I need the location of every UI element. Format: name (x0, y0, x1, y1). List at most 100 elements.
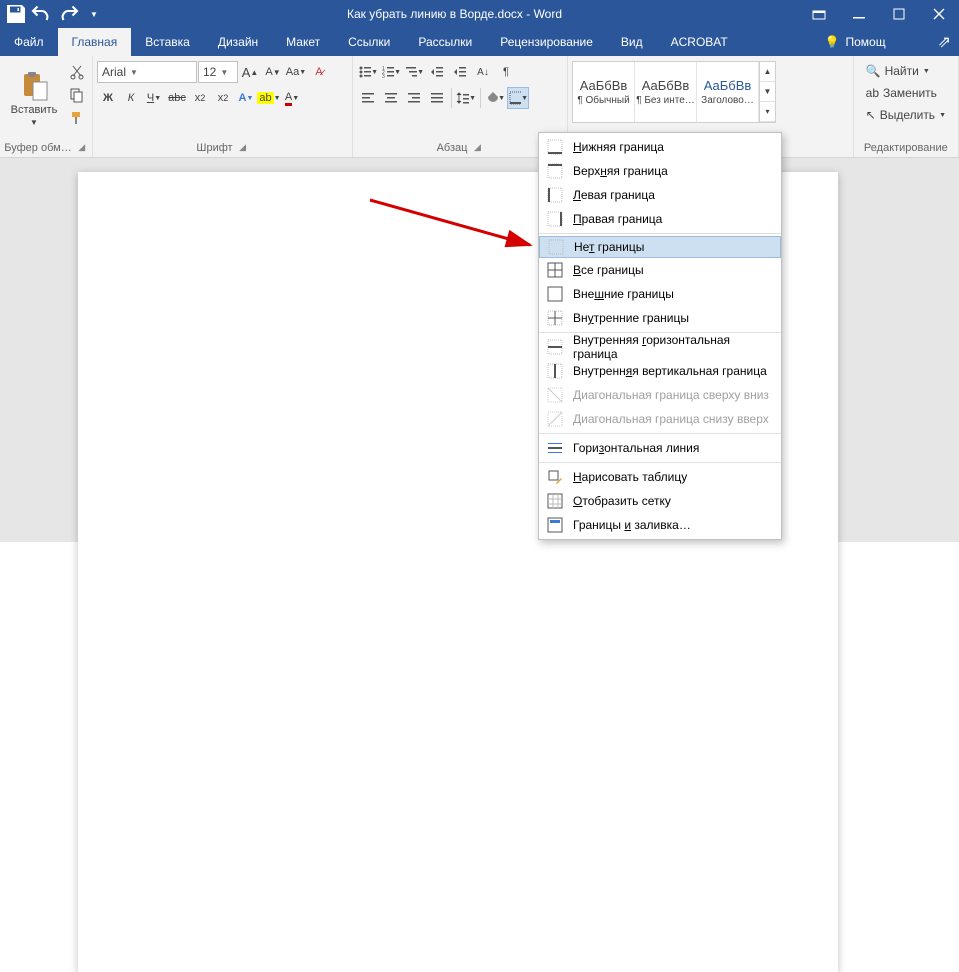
style-normal[interactable]: АаБбВв¶ Обычный (573, 62, 635, 122)
maximize-button[interactable] (879, 0, 919, 28)
tell-me-label[interactable]: Помощ (845, 35, 885, 49)
highlight-button[interactable]: ab▼ (258, 87, 280, 109)
border-inner-item[interactable]: Внутренние границы (539, 306, 781, 330)
numbering-button[interactable]: 123▼ (380, 61, 402, 83)
view-gridlines-item[interactable]: Отобразить сетку (539, 489, 781, 513)
styles-gallery[interactable]: АаБбВв¶ Обычный АаБбВв¶ Без инте… АаБбВв… (572, 61, 776, 123)
gallery-scroll-down[interactable]: ▼ (760, 82, 775, 102)
justify-button[interactable] (426, 87, 448, 109)
tab-mailings[interactable]: Рассылки (404, 28, 486, 56)
border-inner-h-item[interactable]: Внутренняя горизонтальная граница (539, 335, 781, 359)
superscript-button[interactable]: x2 (212, 87, 234, 109)
replace-icon: ab (866, 86, 879, 100)
clear-format-button[interactable]: A̷ (308, 61, 330, 83)
underline-button[interactable]: Ч▼ (143, 87, 165, 109)
style-nospacing[interactable]: АаБбВв¶ Без инте… (635, 62, 697, 122)
undo-button[interactable] (30, 2, 54, 26)
horizontal-line-item[interactable]: Горизонтальная линия (539, 436, 781, 460)
italic-button[interactable]: К (120, 87, 142, 109)
tab-review[interactable]: Рецензирование (486, 28, 607, 56)
tab-design[interactable]: Дизайн (204, 28, 272, 56)
dec-indent-button[interactable] (426, 61, 448, 83)
font-color-button[interactable]: A▼ (281, 87, 303, 109)
border-right-icon (547, 211, 563, 227)
grow-font-button[interactable]: A▲ (239, 61, 261, 83)
border-left-item[interactable]: Левая граница (539, 183, 781, 207)
find-button[interactable]: 🔍Найти▼ (862, 61, 950, 81)
tab-insert[interactable]: Вставка (131, 28, 204, 56)
gallery-expand[interactable]: ▾ (760, 102, 775, 122)
lightbulb-icon: 💡 (825, 35, 840, 49)
paragraph-dialog-launcher[interactable]: ◢ (471, 142, 483, 154)
sort-button[interactable]: A↓ (472, 61, 494, 83)
multilevel-button[interactable]: ▼ (403, 61, 425, 83)
borders-button[interactable]: ▼ (507, 87, 529, 109)
border-inner-h-icon (547, 339, 563, 355)
strike-button[interactable]: abc (166, 87, 188, 109)
window-controls (799, 0, 959, 28)
font-dialog-launcher[interactable]: ◢ (237, 142, 249, 154)
save-button[interactable] (4, 2, 28, 26)
ribbon-options-button[interactable] (799, 0, 839, 28)
group-paragraph: ▼ 123▼ ▼ A↓ ¶ ▼ ▼ ▼ Абзац◢ (353, 56, 568, 157)
tab-file[interactable]: Файл (0, 28, 58, 56)
copy-button[interactable] (66, 84, 88, 106)
gallery-scroll-up[interactable]: ▲ (760, 62, 775, 82)
share-icon[interactable]: ⇗ (938, 32, 951, 52)
ribbon-tabs: Файл Главная Вставка Дизайн Макет Ссылки… (0, 28, 959, 56)
hline-icon (547, 440, 563, 456)
replace-button[interactable]: abЗаменить (862, 83, 950, 103)
align-left-button[interactable] (357, 87, 379, 109)
clipboard-dialog-launcher[interactable]: ◢ (76, 142, 88, 154)
ribbon: Вставить ▼ Буфер обм…◢ Arial▼ 12▼ A▲ A▼ … (0, 56, 959, 158)
border-diag-down-icon (547, 387, 563, 403)
paste-button[interactable]: Вставить ▼ (4, 59, 64, 137)
align-center-button[interactable] (380, 87, 402, 109)
quick-access-toolbar: ▼ (0, 2, 110, 26)
tab-acrobat[interactable]: ACROBAT (657, 28, 742, 56)
titlebar: ▼ Как убрать линию в Ворде.docx - Word (0, 0, 959, 28)
line-spacing-button[interactable]: ▼ (455, 87, 477, 109)
border-top-item[interactable]: Верхняя граница (539, 159, 781, 183)
shading-button[interactable]: ▼ (484, 87, 506, 109)
shrink-font-button[interactable]: A▼ (262, 61, 284, 83)
tab-home[interactable]: Главная (58, 28, 132, 56)
minimize-button[interactable] (839, 0, 879, 28)
tab-links[interactable]: Ссылки (334, 28, 404, 56)
close-button[interactable] (919, 0, 959, 28)
border-inner-v-icon (547, 363, 563, 379)
draw-table-item[interactable]: Нарисовать таблицу (539, 465, 781, 489)
style-heading1[interactable]: АаБбВвЗаголово… (697, 62, 759, 122)
text-effects-button[interactable]: A▼ (235, 87, 257, 109)
subscript-button[interactable]: x2 (189, 87, 211, 109)
qat-customize[interactable]: ▼ (82, 2, 106, 26)
cursor-icon: ↖ (866, 108, 876, 122)
border-top-icon (547, 163, 563, 179)
border-outer-item[interactable]: Внешние границы (539, 282, 781, 306)
border-all-item[interactable]: Все границы (539, 258, 781, 282)
border-all-icon (547, 262, 563, 278)
tab-view[interactable]: Вид (607, 28, 657, 56)
border-diag-up-item: Диагональная граница снизу вверх (539, 407, 781, 431)
show-marks-button[interactable]: ¶ (495, 61, 517, 83)
border-right-item[interactable]: Правая граница (539, 207, 781, 231)
change-case-button[interactable]: Aa▼ (285, 61, 307, 83)
select-button[interactable]: ↖Выделить▼ (862, 105, 950, 125)
border-inner-icon (547, 310, 563, 326)
bullets-button[interactable]: ▼ (357, 61, 379, 83)
tab-layout[interactable]: Макет (272, 28, 334, 56)
redo-button[interactable] (56, 2, 80, 26)
group-clipboard: Вставить ▼ Буфер обм…◢ (0, 56, 93, 157)
border-none-item[interactable]: Нет границы (539, 236, 781, 258)
group-editing: 🔍Найти▼ abЗаменить ↖Выделить▼ Редактиров… (854, 56, 959, 157)
font-name-combo[interactable]: Arial▼ (97, 61, 197, 83)
cut-button[interactable] (66, 61, 88, 83)
border-bottom-item[interactable]: ННижняя границаижняя граница (539, 135, 781, 159)
font-size-combo[interactable]: 12▼ (198, 61, 238, 83)
borders-dialog-item[interactable]: Границы и заливка… (539, 513, 781, 537)
border-inner-v-item[interactable]: Внутренняя вертикальная граница (539, 359, 781, 383)
bold-button[interactable]: Ж (97, 87, 119, 109)
inc-indent-button[interactable] (449, 61, 471, 83)
align-right-button[interactable] (403, 87, 425, 109)
format-painter-button[interactable] (66, 107, 88, 129)
